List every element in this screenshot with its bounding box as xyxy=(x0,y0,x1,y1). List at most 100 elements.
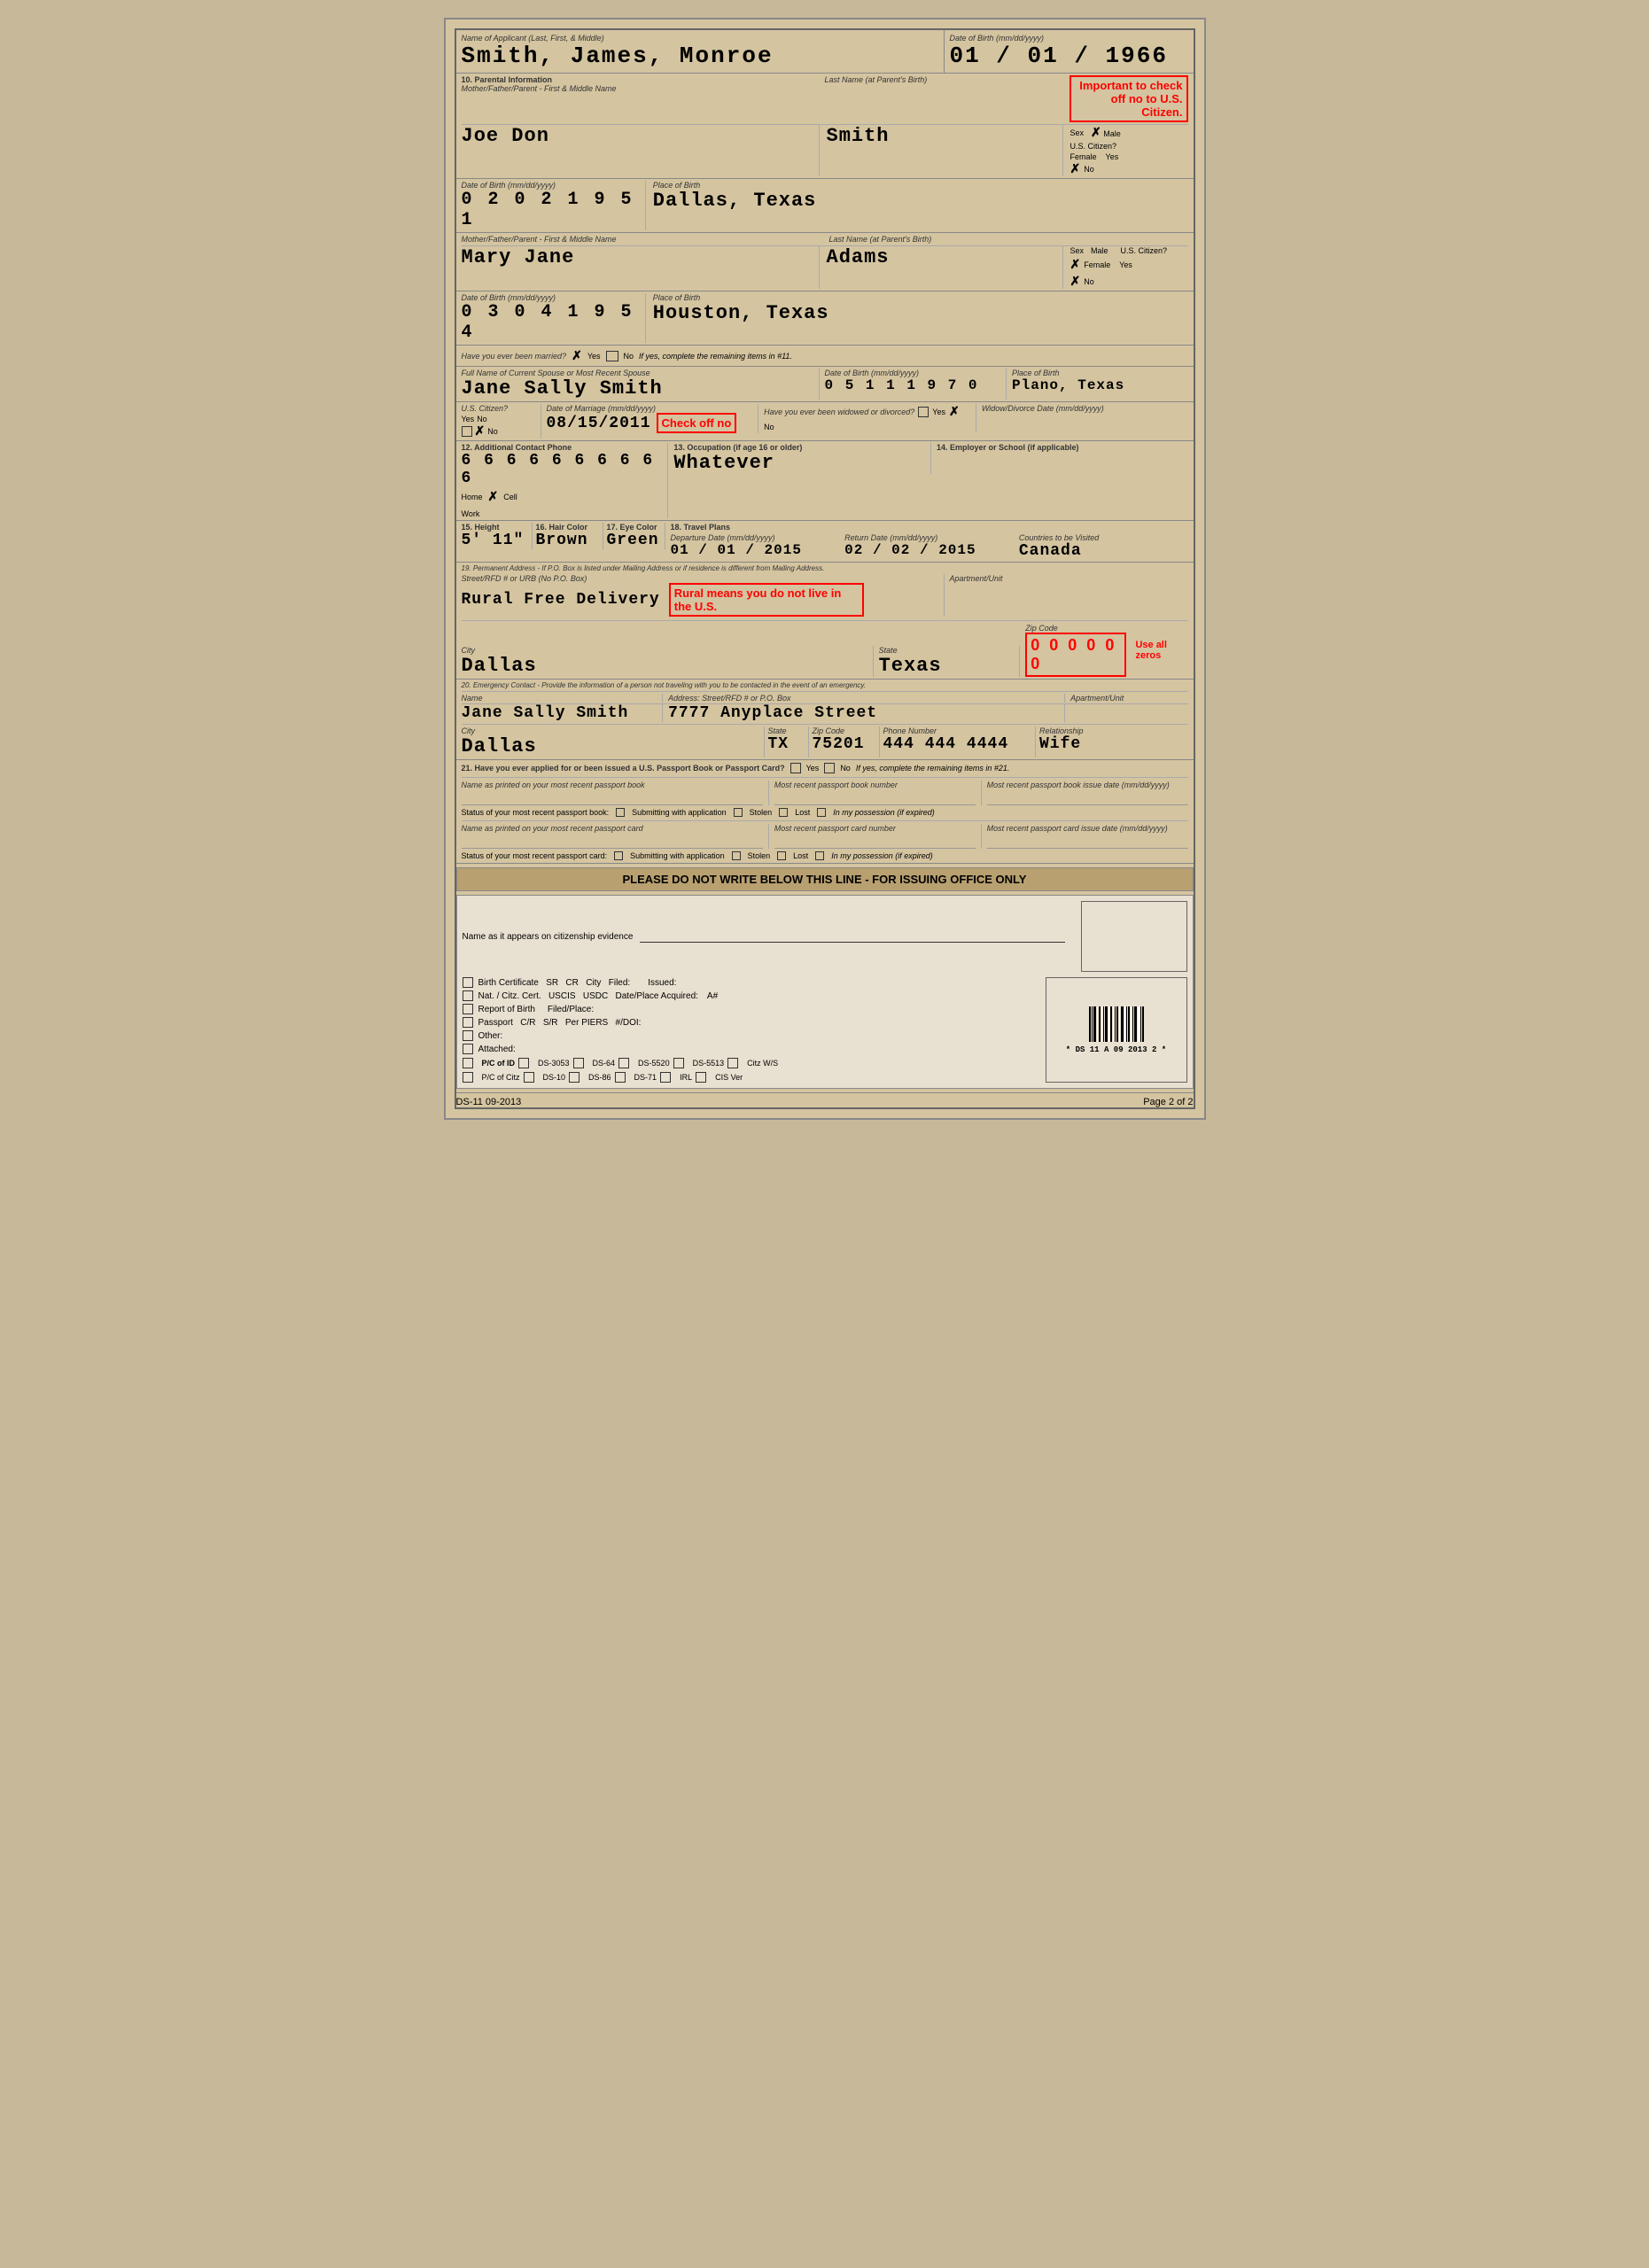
barcode-text: * DS 11 A 09 2013 2 * xyxy=(1066,1045,1166,1054)
card-name-value xyxy=(462,833,763,849)
book-status-lost: Lost xyxy=(795,808,810,817)
parent2-female-label: Female xyxy=(1084,260,1110,269)
parent2-yes-label: Yes xyxy=(1119,260,1132,269)
ec-address-value: 7777 Anyplace Street xyxy=(668,704,1059,722)
parent2-pob: Houston, Texas xyxy=(653,302,1188,324)
zip19-label: Zip Code xyxy=(1025,624,1126,633)
widowed-label: Have you ever been widowed or divorced? xyxy=(764,408,914,416)
book-date-label: Most recent passport book issue date (mm… xyxy=(987,781,1188,789)
parent2-dob: 0 3 0 4 1 9 5 4 xyxy=(462,302,640,343)
ds86-label: DS-86 xyxy=(588,1073,611,1082)
spouse-pob-label: Place of Birth xyxy=(1012,369,1188,377)
married-label: Have you ever been married? xyxy=(462,352,567,361)
ec-city-value: Dallas xyxy=(462,735,758,757)
eye-label: 17. Eye Color xyxy=(607,523,661,532)
citizenship-line xyxy=(640,930,1064,943)
parent1-citizen-label: U.S. Citizen? xyxy=(1070,142,1117,151)
departure-value: 01 / 01 / 2015 xyxy=(671,542,840,558)
irl-checkbox xyxy=(660,1072,671,1083)
spouse-dob-label: Date of Birth (mm/dd/yyyy) xyxy=(825,369,1001,377)
birth-cert-label: Birth Certificate SR CR City Filed: xyxy=(478,978,631,988)
city19-label: City xyxy=(462,646,867,655)
name-label: Name of Applicant (Last, First, & Middle… xyxy=(462,34,938,43)
zip-value: 0 0 0 0 0 0 xyxy=(1025,633,1126,677)
card-status-stolen-box xyxy=(732,851,741,860)
spouse-dob: 0 5 1 1 1 9 7 0 xyxy=(825,377,1001,393)
book-status-possession: In my possession (if expired) xyxy=(833,808,935,817)
passport-form-page: Name of Applicant (Last, First, & Middle… xyxy=(444,18,1206,1120)
cisver-label: CIS Ver xyxy=(715,1073,743,1082)
pic-citz-label: P/C of Citz xyxy=(482,1073,520,1082)
ds5513-checkbox xyxy=(673,1058,684,1068)
card-name-label: Name as printed on your most recent pass… xyxy=(462,824,763,833)
check-passport: Passport C/R S/R Per PIERS #/DOI: xyxy=(463,1017,1037,1028)
applicant-dob: 01 / 01 / 1966 xyxy=(950,43,1188,69)
card-number-value xyxy=(774,833,976,849)
pic-id-label: P/C of ID xyxy=(482,1059,516,1068)
citizen-annotation: Important to check off no to U.S. Citize… xyxy=(1070,75,1187,122)
ec-apartment-label: Apartment/Unit xyxy=(1070,694,1187,703)
check-other: Other: xyxy=(463,1030,1037,1041)
book-status-label: Status of your most recent passport book… xyxy=(462,808,610,817)
report-birth-checkbox xyxy=(463,1004,473,1014)
citizenship-label: Name as it appears on citizenship eviden… xyxy=(463,932,634,942)
parent1-sex-label: Sex xyxy=(1070,128,1085,137)
parent1-name: Joe Don xyxy=(462,125,815,147)
book-status-stolen-box xyxy=(734,808,743,817)
s21-yes-label: Yes xyxy=(806,764,820,773)
parent2-no-label: No xyxy=(1084,277,1094,286)
eye-value: Green xyxy=(607,532,661,549)
nat-cert-label: Nat. / Citz. Cert. USCIS USDC Date/Place… xyxy=(478,991,698,1001)
s21-yes-box xyxy=(790,763,801,773)
card-number-label: Most recent passport card number xyxy=(774,824,976,833)
check-nat-cert: Nat. / Citz. Cert. USCIS USDC Date/Place… xyxy=(463,990,1037,1001)
us-citizen-yes-box xyxy=(462,426,472,437)
ds64-checkbox xyxy=(573,1058,584,1068)
cell-label: Cell xyxy=(503,493,517,501)
ec-zip-value: 75201 xyxy=(813,735,875,753)
check-attached: Attached: xyxy=(463,1044,1037,1054)
ec-zip-label: Zip Code xyxy=(813,726,875,735)
card-date-label: Most recent passport card issue date (mm… xyxy=(987,824,1188,833)
report-birth-label: Report of Birth Filed/Place: xyxy=(478,1005,595,1014)
s21-no-box xyxy=(824,763,835,773)
irl-label: IRL xyxy=(680,1073,692,1082)
citzws-checkbox xyxy=(727,1058,738,1068)
ds71-label: DS-71 xyxy=(634,1073,657,1082)
parent1-lastname: Smith xyxy=(827,125,1062,147)
married-yes-x: ✗ xyxy=(572,348,582,363)
hair-label: 16. Hair Color xyxy=(536,523,599,532)
card-status-submit: Submitting with application xyxy=(630,851,725,860)
other-checkbox xyxy=(463,1030,473,1041)
height-value: 5' 11" xyxy=(462,532,528,549)
card-status-possession: In my possession (if expired) xyxy=(831,851,933,860)
card-status-label: Status of your most recent passport card… xyxy=(462,851,608,860)
street-label: Street/RFD # or URB (No P.O. Box) xyxy=(462,574,938,583)
parent2-citizen-label: U.S. Citizen? xyxy=(1121,246,1168,255)
issuing-office-section: Name as it appears on citizenship eviden… xyxy=(456,895,1194,1089)
parent1-male-x: ✗ xyxy=(1091,125,1101,139)
parent1-pob-label: Place of Birth xyxy=(653,181,1188,190)
check-birth-cert: Birth Certificate SR CR City Filed: Issu… xyxy=(463,977,1037,988)
photo-placeholder xyxy=(1081,901,1187,972)
ec-relationship-value: Wife xyxy=(1039,735,1188,753)
pic-id-checkbox xyxy=(463,1058,473,1068)
book-number-value xyxy=(774,789,976,805)
spouse-name: Jane Sally Smith xyxy=(462,377,813,400)
birth-cert-checkbox xyxy=(463,977,473,988)
ec-relationship-label: Relationship xyxy=(1039,726,1188,735)
ds71-checkbox xyxy=(615,1072,626,1083)
parent2-male-label: Male xyxy=(1091,246,1108,255)
parent1-name-label: Mother/Father/Parent - First & Middle Na… xyxy=(462,84,816,93)
nat-cert-checkbox xyxy=(463,990,473,1001)
parent1-male-label: Male xyxy=(1103,129,1121,138)
book-name-value xyxy=(462,789,763,805)
cell-x: ✗ xyxy=(488,489,499,504)
widow-date-label: Widow/Divorce Date (mm/dd/yyyy) xyxy=(982,404,1188,413)
us-citizen-no-x: ✗ xyxy=(475,423,486,439)
book-status-lost-box xyxy=(779,808,788,817)
citzws-label: Citz W/S xyxy=(747,1059,778,1068)
parent2-female-x: ✗ xyxy=(1070,257,1081,272)
bottom-bar-text: PLEASE DO NOT WRITE BELOW THIS LINE - FO… xyxy=(456,867,1194,891)
page-label: Page 2 of 2 xyxy=(1143,1097,1193,1107)
